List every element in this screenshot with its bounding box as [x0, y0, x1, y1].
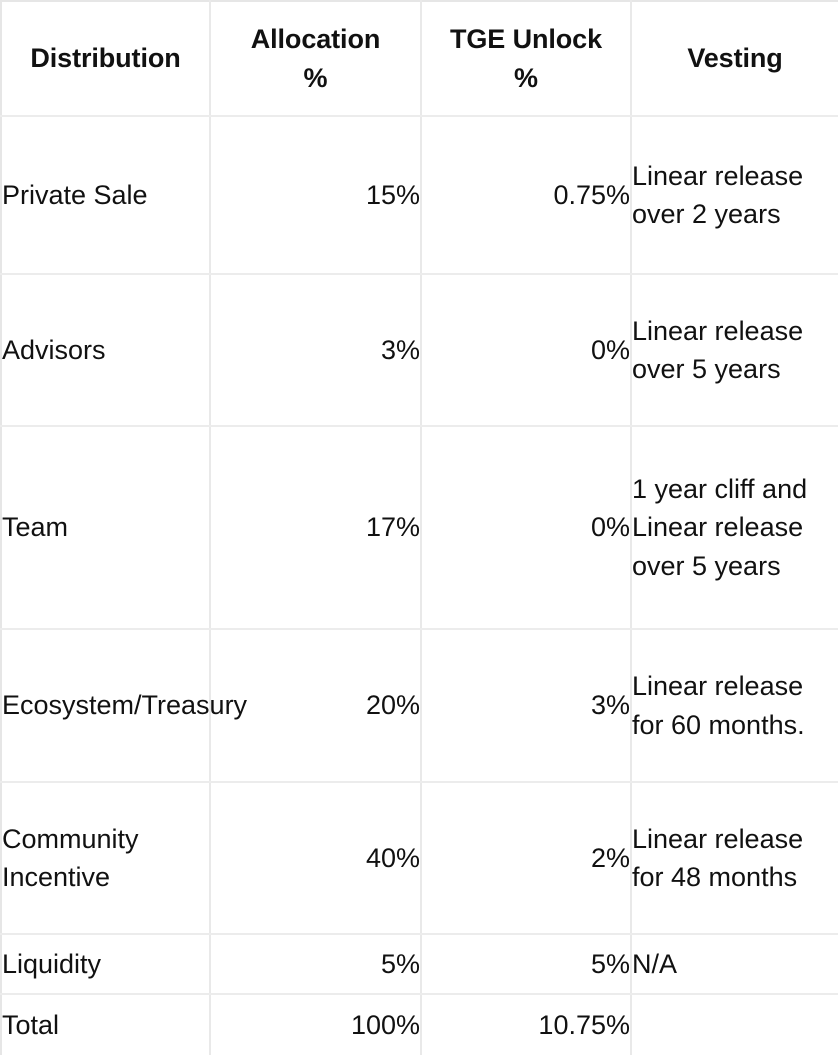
cell-distribution: Private Sale	[1, 116, 211, 275]
cell-distribution: Community Incentive	[1, 782, 211, 935]
table-row: Liquidity 5% 5% N/A	[1, 934, 838, 995]
cell-tge-unlock: 2%	[421, 782, 632, 935]
column-header-allocation: Allocation%	[210, 1, 422, 117]
table-row: Community Incentive 40% 2% Linear releas…	[1, 782, 838, 935]
column-header-allocation-line1: Allocation	[250, 24, 381, 55]
table-row: Private Sale 15% 0.75% Linear release ov…	[1, 116, 838, 275]
cell-vesting: N/A	[631, 934, 838, 995]
cell-allocation: 15%	[210, 116, 422, 275]
column-header-tge-line1: TGE Unlock	[449, 24, 603, 55]
cell-allocation: 17%	[210, 426, 422, 630]
column-header-vesting: Vesting	[631, 1, 838, 117]
cell-allocation: 3%	[210, 274, 422, 427]
cell-vesting: 1 year cliff and Linear release over 5 y…	[631, 426, 838, 630]
token-distribution-table-container: Distribution Allocation% TGE Unlock% Ves…	[0, 0, 838, 1055]
cell-tge-unlock: 0%	[421, 274, 632, 427]
cell-vesting: Linear release over 2 years	[631, 116, 838, 275]
column-header-distribution: Distribution	[1, 1, 211, 117]
token-distribution-table: Distribution Allocation% TGE Unlock% Ves…	[0, 0, 838, 1055]
cell-distribution: Team	[1, 426, 211, 630]
table-header-row: Distribution Allocation% TGE Unlock% Ves…	[1, 1, 838, 117]
cell-vesting: Linear release for 60 months.	[631, 629, 838, 783]
table-header: Distribution Allocation% TGE Unlock% Ves…	[1, 1, 838, 117]
column-header-allocation-line2: %	[303, 62, 328, 93]
cell-vesting: Linear release for 48 months	[631, 782, 838, 935]
cell-tge-unlock: 3%	[421, 629, 632, 783]
cell-allocation: 5%	[210, 934, 422, 995]
table-row: Advisors 3% 0% Linear release over 5 yea…	[1, 274, 838, 427]
cell-tge-unlock: 5%	[421, 934, 632, 995]
cell-allocation: 40%	[210, 782, 422, 935]
cell-tge-unlock: 0.75%	[421, 116, 632, 275]
cell-distribution: Advisors	[1, 274, 211, 427]
column-header-tge-line2: %	[514, 62, 538, 93]
cell-tge-unlock: 0%	[421, 426, 632, 630]
cell-distribution: Liquidity	[1, 934, 211, 995]
column-header-tge-unlock: TGE Unlock%	[421, 1, 632, 117]
cell-vesting: Linear release over 5 years	[631, 274, 838, 427]
table-body: Private Sale 15% 0.75% Linear release ov…	[1, 116, 838, 1055]
table-row: Team 17% 0% 1 year cliff and Linear rele…	[1, 426, 838, 630]
cell-distribution: Ecosystem/Treasury	[1, 629, 247, 783]
table-row: Ecosystem/Treasury 20% 3% Linear release…	[1, 629, 838, 783]
